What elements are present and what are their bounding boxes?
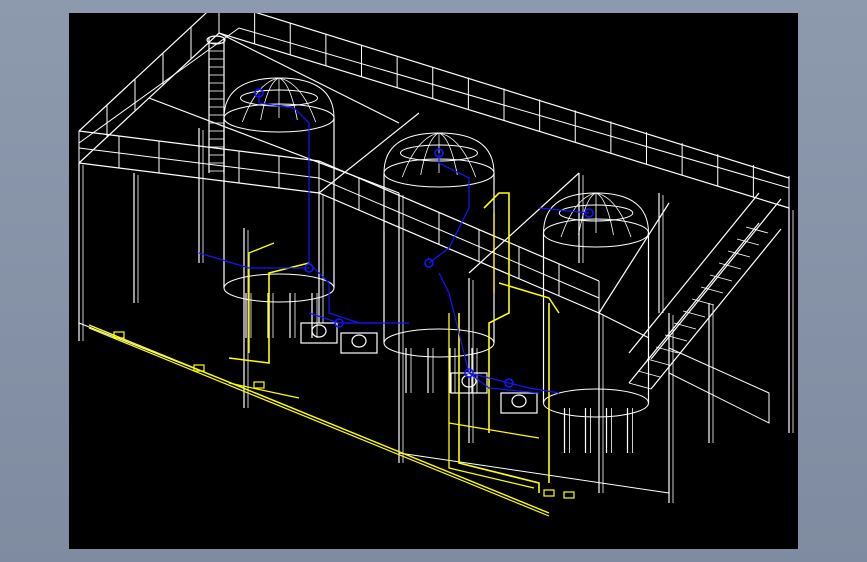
tank-bottom-ring bbox=[383, 328, 495, 358]
stair-stringer bbox=[650, 228, 782, 390]
pump-body bbox=[351, 334, 367, 348]
utility-piping bbox=[88, 192, 575, 517]
yellow-fitting bbox=[253, 381, 265, 389]
tank-1 bbox=[223, 77, 335, 338]
landing-rail bbox=[668, 347, 770, 424]
yellow-header bbox=[88, 327, 550, 517]
yellow-riser bbox=[458, 313, 540, 493]
yellow-branch bbox=[498, 282, 560, 314]
pump-body bbox=[311, 324, 327, 338]
yellow-skid bbox=[448, 422, 540, 439]
tank-dome-meridian bbox=[241, 77, 280, 123]
stair-handrail bbox=[650, 198, 782, 360]
pump-skid bbox=[340, 332, 378, 354]
cad-drawing bbox=[78, 13, 794, 517]
tank-dome-meridian bbox=[278, 77, 298, 121]
tank-dome-meridian bbox=[401, 132, 440, 178]
cad-viewport[interactable] bbox=[69, 13, 798, 549]
yellow-vertical bbox=[483, 192, 510, 433]
yellow-fitting bbox=[563, 491, 575, 499]
railing-top-front bbox=[78, 130, 600, 282]
pump-skid bbox=[300, 322, 338, 344]
yellow-fitting bbox=[543, 489, 555, 497]
tank-dome-meridian bbox=[420, 132, 440, 176]
tie-beam bbox=[398, 452, 670, 494]
stair-tread bbox=[646, 358, 670, 366]
tank-dome-meridian bbox=[260, 77, 280, 121]
stair-tread bbox=[628, 382, 652, 390]
tank-3 bbox=[542, 192, 650, 453]
pump-body bbox=[511, 394, 527, 408]
tank-dome-meridian bbox=[595, 192, 614, 236]
deck-edge-front bbox=[78, 162, 650, 339]
tank-2 bbox=[383, 132, 495, 393]
blue-branch bbox=[198, 252, 309, 269]
deck-edge-back bbox=[78, 32, 790, 209]
tank-dome-meridian bbox=[438, 132, 458, 176]
tanks bbox=[223, 77, 650, 453]
tank-dome-meridian bbox=[595, 192, 632, 238]
pump-skid bbox=[500, 392, 538, 414]
process-piping bbox=[198, 88, 594, 394]
tank-dome-meridian bbox=[278, 77, 317, 123]
yellow-header bbox=[88, 324, 550, 514]
tank-dome-meridian bbox=[438, 132, 477, 178]
blue-branch bbox=[428, 153, 470, 264]
deck-beam bbox=[218, 32, 400, 124]
stair-tread bbox=[727, 250, 751, 258]
tank-bottom-ring bbox=[223, 273, 335, 303]
deck-beam bbox=[468, 172, 580, 274]
yellow-riser bbox=[248, 242, 275, 353]
